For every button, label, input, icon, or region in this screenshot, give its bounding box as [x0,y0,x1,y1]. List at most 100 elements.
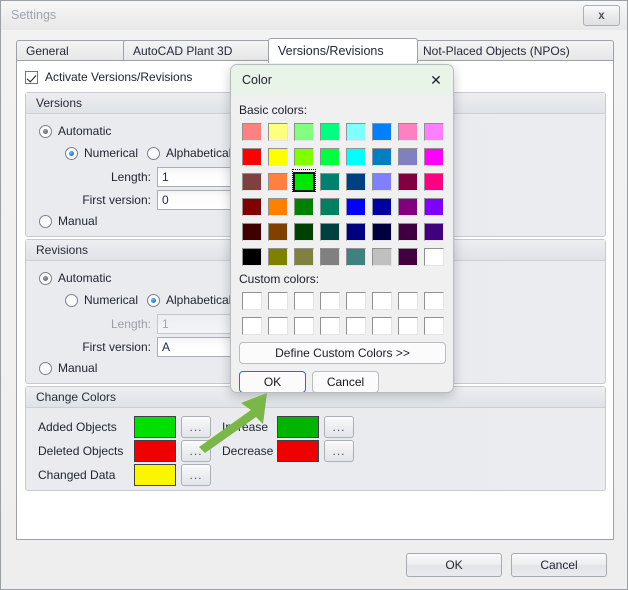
basic-color-swatch[interactable] [265,169,291,194]
tab-versions-revisions[interactable]: Versions/Revisions [268,38,418,63]
tab-general[interactable]: General [16,40,132,61]
deleted-objects-swatch[interactable] [134,440,176,462]
color-fill [346,291,366,310]
revisions-alphabetical-radio[interactable]: Alphabetical [147,293,231,307]
versions-length-label: Length: [110,170,151,184]
custom-color-slot[interactable] [421,313,447,338]
basic-color-swatch[interactable] [421,219,447,244]
define-custom-colors-button[interactable]: Define Custom Colors >> [239,342,446,364]
basic-color-swatch[interactable] [265,144,291,169]
basic-color-swatch[interactable] [343,194,369,219]
basic-color-swatch[interactable] [395,169,421,194]
versions-alphabetical-radio[interactable]: Alphabetical [147,146,231,160]
custom-color-slot[interactable] [265,288,291,313]
color-fill [320,147,340,166]
basic-color-swatch[interactable] [421,244,447,269]
revisions-manual-radio[interactable]: Manual [39,361,97,375]
color-dialog-ok-button[interactable]: OK [239,371,306,392]
custom-color-slot[interactable] [239,288,265,313]
decrease-browse-button[interactable]: ... [324,440,354,462]
window-close-button[interactable]: x [583,5,620,26]
basic-color-swatch[interactable] [265,244,291,269]
basic-color-swatch[interactable] [369,119,395,144]
custom-color-slot[interactable] [395,288,421,313]
custom-color-slot[interactable] [265,313,291,338]
basic-color-swatch[interactable] [343,144,369,169]
custom-color-slot[interactable] [291,288,317,313]
custom-color-slot[interactable] [369,313,395,338]
changed-data-browse-button[interactable]: ... [181,464,211,486]
basic-color-swatch[interactable] [343,169,369,194]
custom-color-slot[interactable] [369,288,395,313]
increase-swatch[interactable] [277,416,319,438]
basic-color-swatch[interactable] [369,169,395,194]
custom-color-slot[interactable] [395,313,421,338]
custom-color-slot[interactable] [317,313,343,338]
basic-color-swatch[interactable] [395,194,421,219]
basic-color-swatch[interactable] [265,219,291,244]
basic-color-swatch[interactable] [291,144,317,169]
custom-color-slot[interactable] [317,288,343,313]
color-dialog-cancel-button[interactable]: Cancel [312,371,379,392]
basic-color-swatch[interactable] [317,169,343,194]
basic-color-swatch[interactable] [265,119,291,144]
basic-color-swatch[interactable] [291,194,317,219]
basic-color-swatch[interactable] [291,169,317,194]
basic-color-swatch[interactable] [395,119,421,144]
basic-color-swatch[interactable] [369,244,395,269]
basic-color-swatch[interactable] [317,219,343,244]
basic-color-swatch[interactable] [291,119,317,144]
custom-color-slot[interactable] [343,288,369,313]
basic-color-swatch[interactable] [291,244,317,269]
deleted-objects-browse-button[interactable]: ... [181,440,211,462]
basic-color-swatch[interactable] [291,219,317,244]
custom-color-slot[interactable] [421,288,447,313]
tab-autocad-plant-3d[interactable]: AutoCAD Plant 3D [123,40,275,61]
added-objects-swatch[interactable] [134,416,176,438]
basic-color-swatch[interactable] [369,144,395,169]
versions-automatic-radio[interactable]: Automatic [39,124,111,138]
checkmark-icon [25,70,38,84]
color-fill [242,122,262,141]
activate-versions-revisions-checkbox[interactable]: Activate Versions/Revisions [25,70,192,84]
custom-color-slot[interactable] [291,313,317,338]
basic-color-swatch[interactable] [239,244,265,269]
basic-color-swatch[interactable] [317,194,343,219]
basic-color-swatch[interactable] [421,119,447,144]
ok-button[interactable]: OK [406,553,502,577]
basic-color-swatch[interactable] [317,119,343,144]
radio-indicator [39,124,52,138]
revisions-numerical-radio[interactable]: Numerical [65,293,138,307]
close-icon[interactable]: ✕ [425,69,447,91]
changed-data-swatch[interactable] [134,464,176,486]
versions-manual-radio[interactable]: Manual [39,214,97,228]
basic-color-swatch[interactable] [395,219,421,244]
basic-color-swatch[interactable] [317,144,343,169]
custom-color-slot[interactable] [239,313,265,338]
revisions-automatic-radio[interactable]: Automatic [39,271,111,285]
basic-color-swatch[interactable] [369,219,395,244]
cancel-button[interactable]: Cancel [511,553,607,577]
basic-color-swatch[interactable] [421,144,447,169]
basic-color-swatch[interactable] [369,194,395,219]
basic-color-swatch[interactable] [239,169,265,194]
basic-color-swatch[interactable] [421,169,447,194]
basic-color-swatch[interactable] [395,244,421,269]
basic-color-swatch[interactable] [265,194,291,219]
basic-color-swatch[interactable] [239,194,265,219]
increase-browse-button[interactable]: ... [324,416,354,438]
decrease-swatch[interactable] [277,440,319,462]
basic-color-swatch[interactable] [343,219,369,244]
basic-color-swatch[interactable] [317,244,343,269]
basic-color-swatch[interactable] [239,219,265,244]
custom-color-slot[interactable] [343,313,369,338]
basic-color-swatch[interactable] [395,144,421,169]
basic-color-swatch[interactable] [239,119,265,144]
basic-color-swatch[interactable] [343,244,369,269]
tab-not-placed-objects[interactable]: Not-Placed Objects (NPOs) [413,40,614,61]
versions-numerical-radio[interactable]: Numerical [65,146,138,160]
basic-color-swatch[interactable] [239,144,265,169]
basic-color-swatch[interactable] [421,194,447,219]
basic-color-swatch[interactable] [343,119,369,144]
added-objects-browse-button[interactable]: ... [181,416,211,438]
